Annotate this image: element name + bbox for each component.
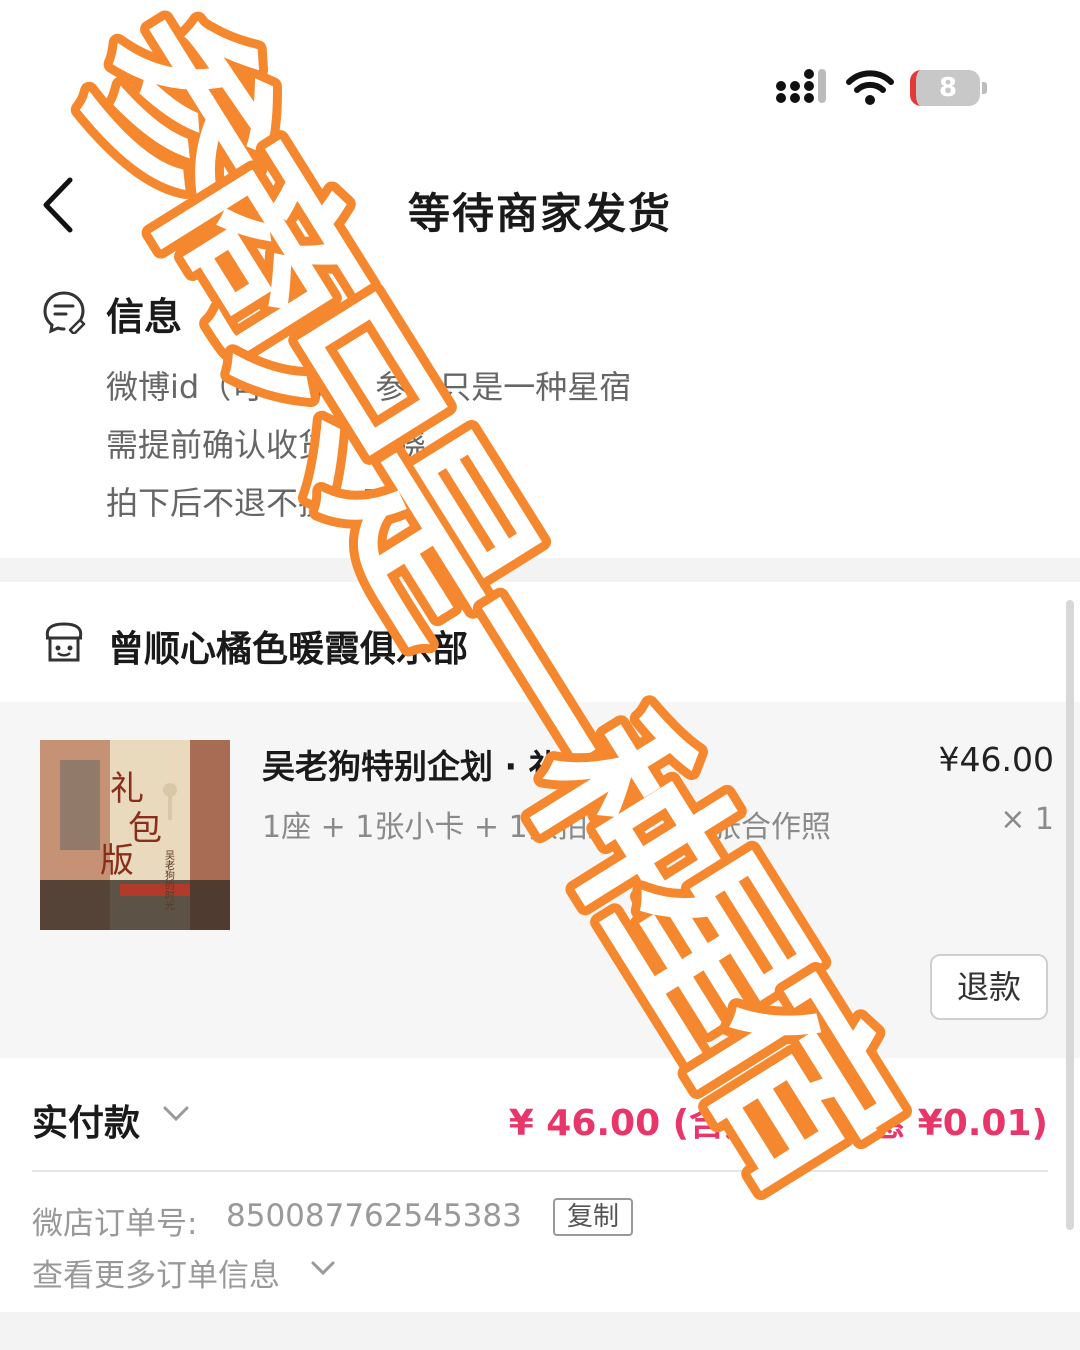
info-line-weibo-id: 微博id（可填写）：参商只是一种星宿 [106, 368, 632, 406]
copy-order-number-button[interactable]: 复制 [553, 1198, 633, 1236]
thumb-text-3: 版 [100, 841, 134, 881]
product-thumbnail[interactable]: 礼 包 版 吴老狗的时光 [40, 740, 230, 930]
product-spec: 1座 + 1张小卡 + 1张拍立得 + 1张合作照 [262, 810, 831, 845]
cellular-signal-icon [776, 69, 826, 103]
battery-icon: 8 [910, 68, 988, 108]
info-line-confirm-receipt: 需提前确认收货：拂晓 [106, 426, 427, 464]
shop-icon [45, 622, 83, 662]
page-title: 等待商家发货 [407, 189, 672, 238]
back-button[interactable] [36, 170, 86, 240]
battery-level: 8 [938, 73, 958, 103]
order-number-label: 微店订单号: [32, 1206, 198, 1242]
paid-amount-label[interactable]: 实付款 [32, 1094, 140, 1146]
info-line-no-return: 拍下后不退不换：已知晓 [106, 484, 459, 522]
info-title: 信息 [106, 295, 183, 339]
paid-amount-value: ¥ 46.00 (含运费，优惠 ¥0.01) [508, 1103, 1048, 1144]
chevron-down-icon[interactable] [162, 1104, 190, 1124]
product-title[interactable]: 吴老狗特别企划 · 礼包版 [262, 740, 628, 788]
shop-name[interactable]: 曾顺心橘色暖霞俱乐部 [108, 620, 468, 672]
product-quantity: × 1 [1000, 802, 1054, 837]
chevron-down-icon[interactable] [310, 1260, 336, 1278]
product-price: ¥46.00 [938, 740, 1054, 779]
more-order-info-link[interactable]: 查看更多订单信息 [32, 1250, 280, 1295]
divider [32, 1170, 1048, 1172]
order-number: 850087762545383 [226, 1198, 522, 1234]
thumb-subtext: 吴老狗的时光 [163, 850, 175, 911]
refund-button[interactable]: 退款 [930, 954, 1048, 1020]
section-divider [0, 558, 1080, 582]
message-edit-icon [43, 291, 86, 334]
bottom-band [0, 1312, 1080, 1350]
status-bar: 8 [0, 0, 1080, 150]
thumb-text-1: 礼 [110, 769, 144, 809]
wifi-icon [846, 70, 894, 105]
scrollbar[interactable] [1066, 600, 1074, 1230]
watermark-char: 商 [117, 114, 405, 392]
